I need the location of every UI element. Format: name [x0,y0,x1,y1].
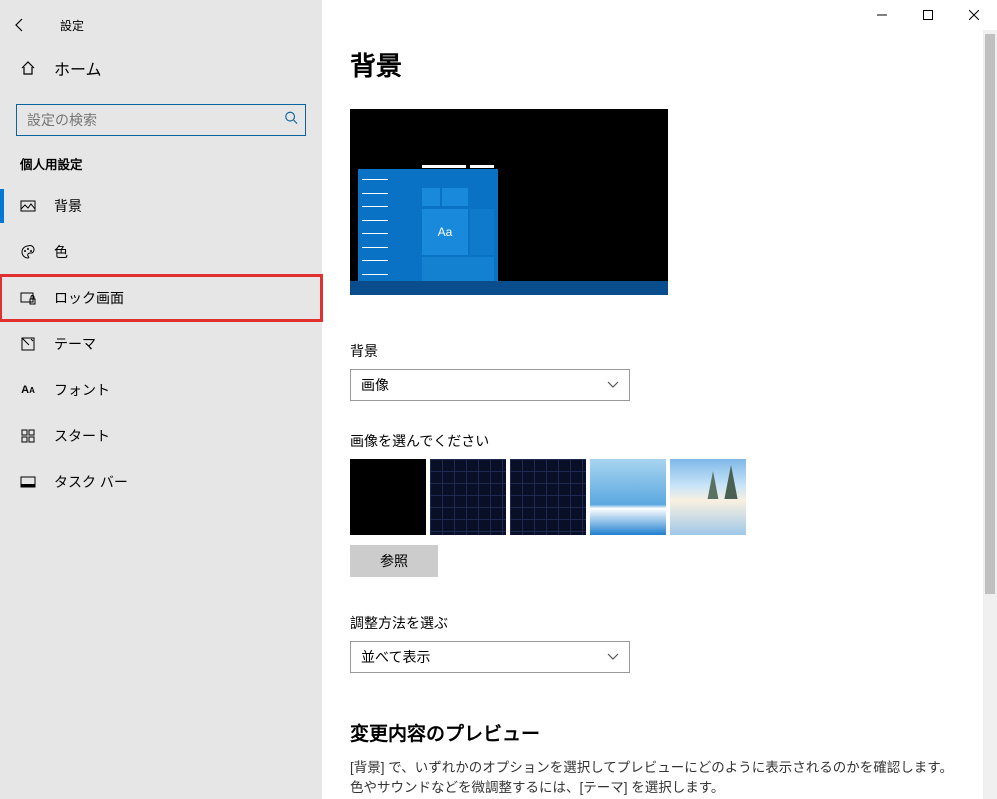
window-titlebar: 設定 [0,10,322,40]
dropdown-value: 画像 [361,375,389,395]
scrollbar[interactable] [983,30,997,799]
nav-item-background[interactable]: 背景 [0,183,322,229]
palette-icon [20,244,36,260]
font-icon: AA [20,382,36,398]
home-icon [20,60,36,76]
thumbnail[interactable] [670,459,746,535]
chevron-down-icon [607,650,619,664]
nav-label: フォント [54,380,110,400]
start-icon [20,428,36,444]
nav-label: タスク バー [54,472,128,492]
background-label: 背景 [350,341,969,361]
taskbar-icon [20,474,36,490]
home-label: ホーム [54,56,102,80]
nav-item-fonts[interactable]: AA フォント [0,367,322,413]
nav-item-taskbar[interactable]: タスク バー [0,459,322,505]
fit-label: 調整方法を選ぶ [350,613,969,633]
nav-label: 色 [54,242,68,262]
nav-item-lockscreen[interactable]: ロック画面 [0,275,322,321]
background-dropdown[interactable]: 画像 [350,369,630,401]
thumbnail[interactable] [590,459,666,535]
search-icon [284,111,298,130]
thumbnail[interactable] [510,459,586,535]
dropdown-value: 並べて表示 [361,647,430,667]
nav-label: ロック画面 [54,288,124,308]
search-box[interactable] [16,104,306,136]
page-title: 背景 [350,46,969,83]
scrollbar-thumb[interactable] [985,34,995,594]
search-input[interactable] [16,104,306,136]
nav-item-start[interactable]: スタート [0,413,322,459]
theme-icon [20,336,36,352]
thumbnail[interactable] [350,459,426,535]
browse-button[interactable]: 参照 [350,545,438,577]
image-thumbnails [350,459,969,535]
lock-screen-icon [20,290,36,306]
maximize-button[interactable] [905,0,951,30]
arrow-left-icon [12,17,28,33]
window-controls [859,0,997,30]
nav-item-colors[interactable]: 色 [0,229,322,275]
thumbnail[interactable] [430,459,506,535]
chevron-down-icon [607,378,619,392]
preview-description: [背景] で、いずれかのオプションを選択してプレビューにどのように表示されるのか… [350,758,969,799]
category-label: 個人用設定 [0,154,322,183]
image-icon [20,198,36,214]
back-button[interactable] [8,13,32,37]
fit-dropdown[interactable]: 並べて表示 [350,641,630,673]
choose-image-label: 画像を選んでください [350,431,969,451]
nav-label: テーマ [54,334,96,354]
preview-section-heading: 変更内容のプレビュー [350,719,969,746]
home-button[interactable]: ホーム [0,40,322,96]
close-button[interactable] [951,0,997,30]
nav-label: 背景 [54,196,82,216]
window-title: 設定 [60,17,84,34]
desktop-preview: Aa [350,109,668,295]
nav-label: スタート [54,426,110,446]
preview-sample-text: Aa [422,209,468,255]
nav-item-themes[interactable]: テーマ [0,321,322,367]
minimize-button[interactable] [859,0,905,30]
